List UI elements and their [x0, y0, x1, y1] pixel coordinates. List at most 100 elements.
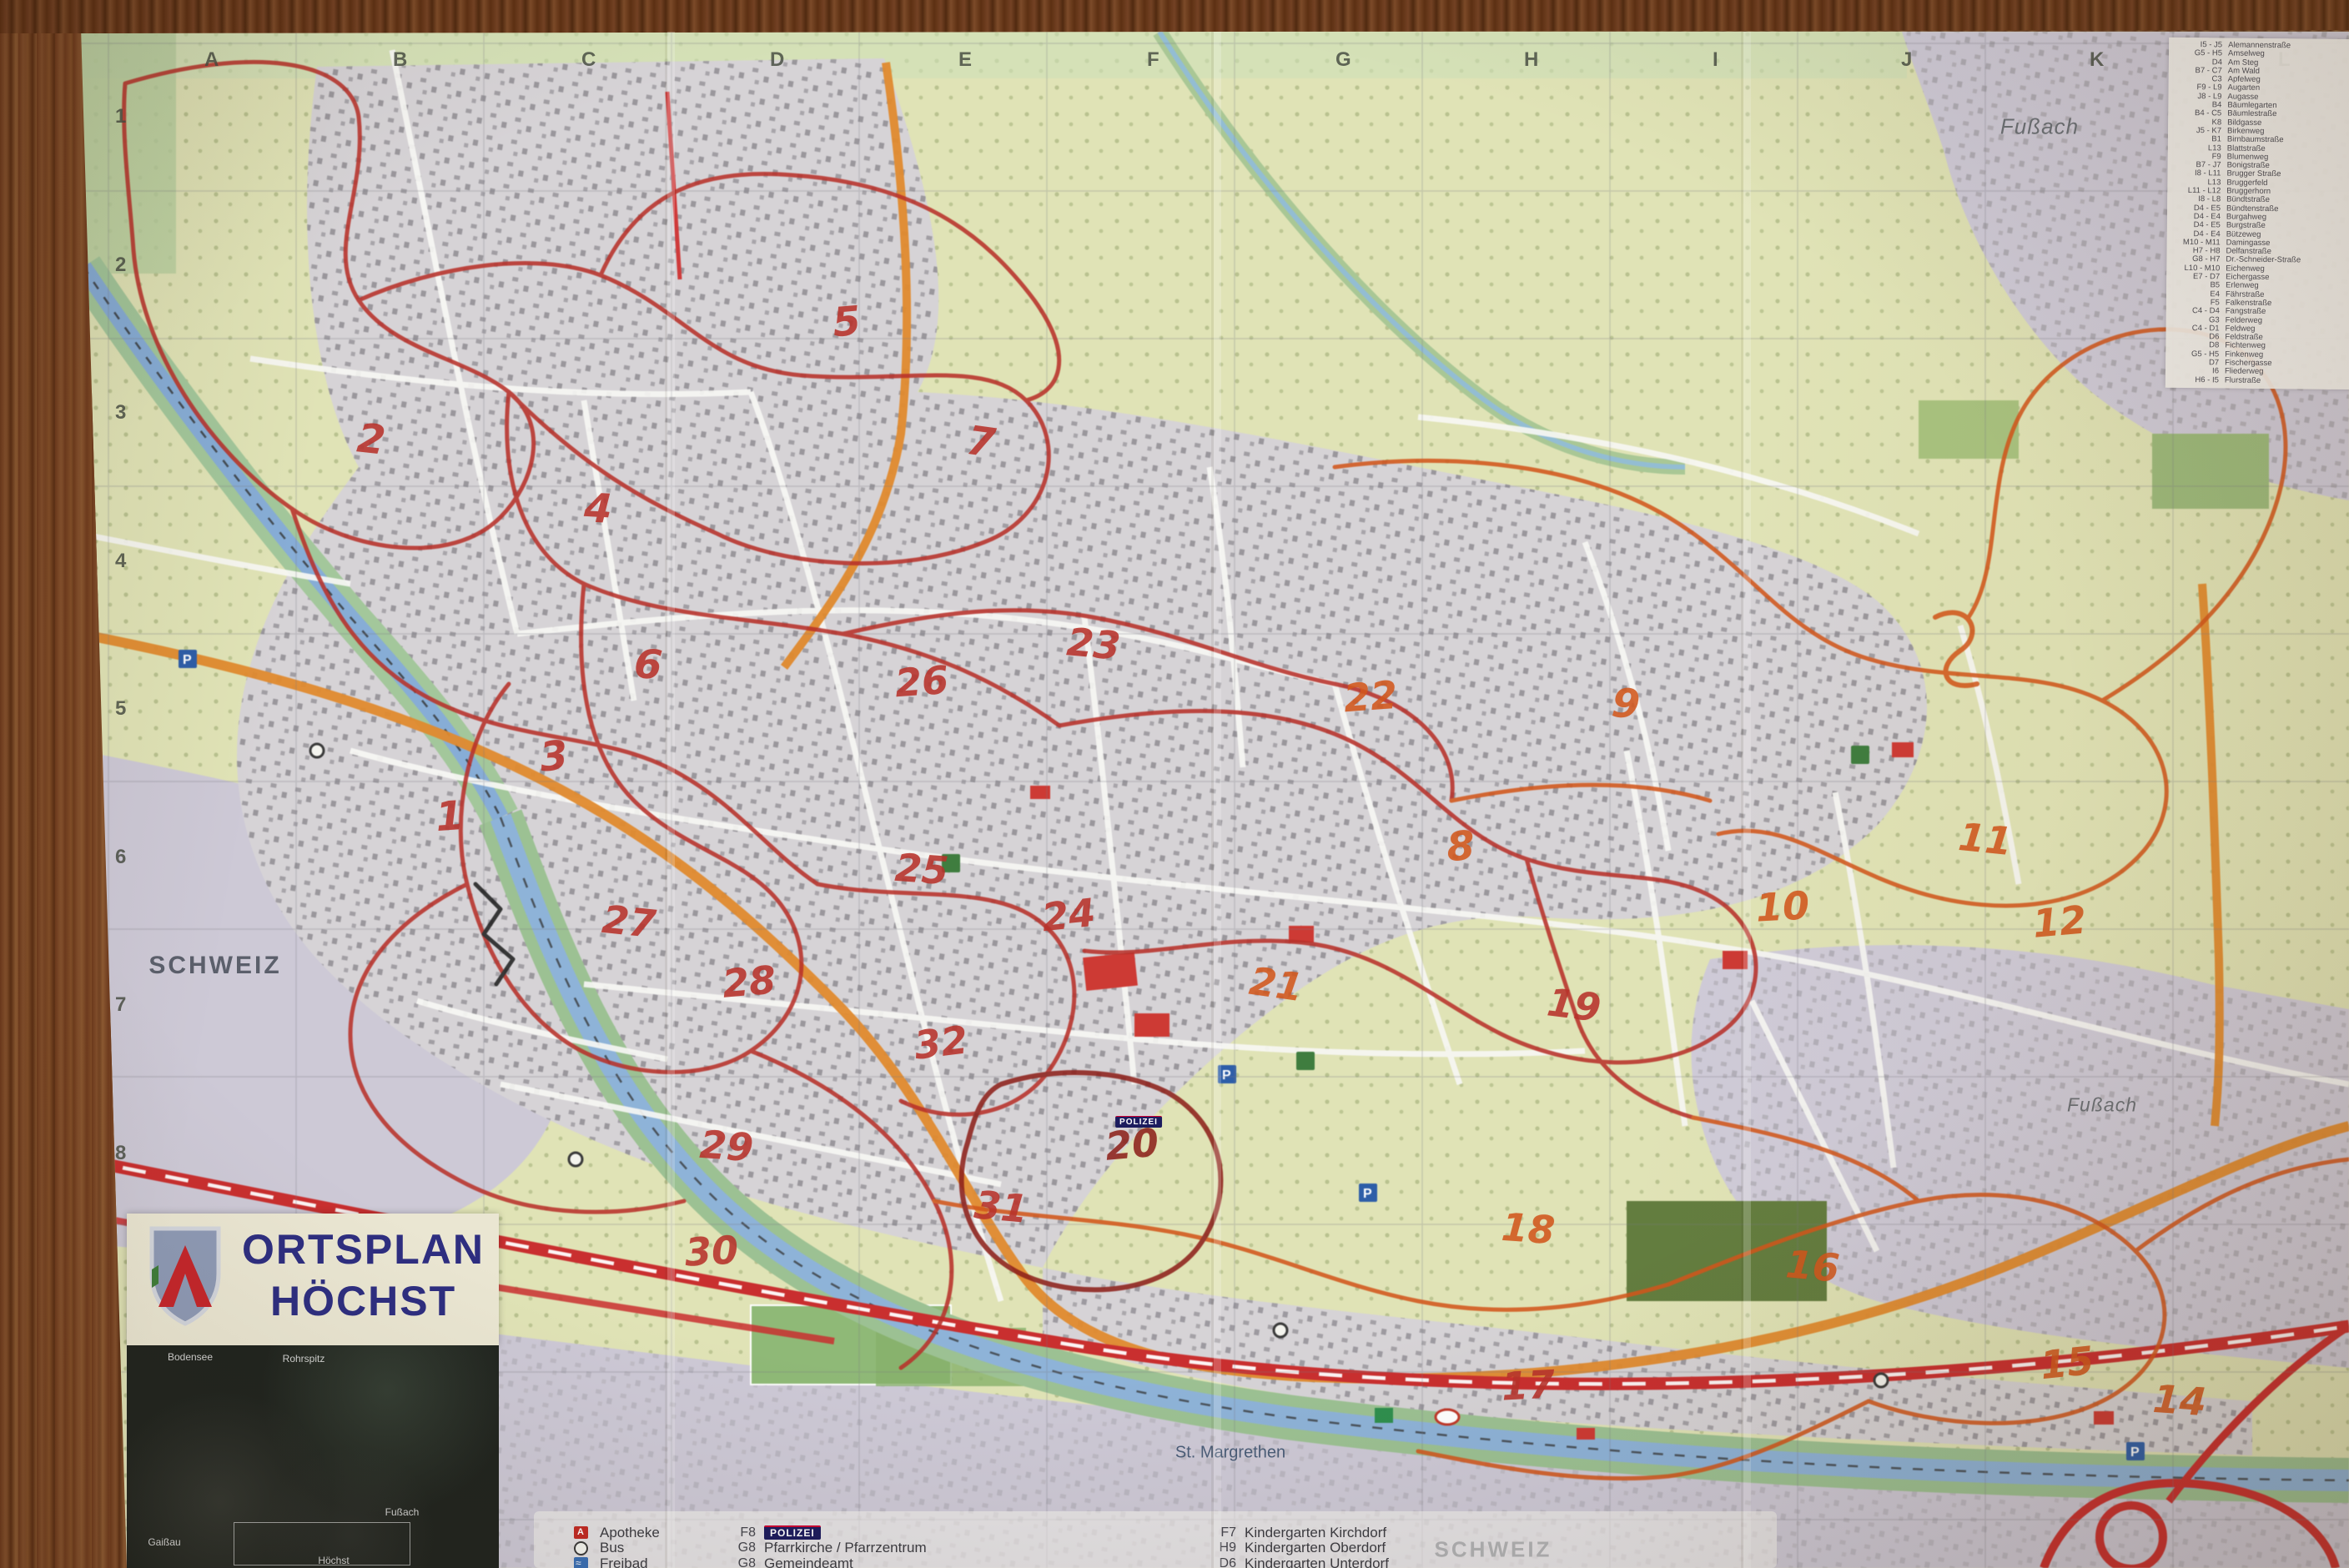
legend-item: D6 Kindergarten Unterdorf: [1208, 1555, 1389, 1568]
grid-letter-J: J: [1901, 48, 1912, 72]
legend-item: Bus: [574, 1540, 624, 1556]
autobahn-sign: [1375, 1408, 1393, 1423]
grid-row-2: 2: [115, 254, 126, 277]
aerial-photo-inset: BodenseeRohrspitzFußachGaißauHöchst: [127, 1345, 499, 1568]
district-number-20: 20: [1104, 1119, 1160, 1168]
legend-item: F8 POLIZEI: [727, 1525, 821, 1540]
district-number-12: 12: [2031, 897, 2088, 946]
district-number-29: 29: [698, 1122, 755, 1170]
hoechst-coat-of-arms: [145, 1224, 225, 1329]
route-13-sign: [1436, 1410, 1459, 1425]
grid-letter-A: A: [204, 48, 219, 72]
district-number-31: 31: [973, 1182, 1029, 1231]
district-number-11: 11: [1956, 814, 2014, 864]
district-number-27: 27: [600, 897, 657, 947]
grid-letter-I: I: [1713, 48, 1718, 72]
inset-label-höchst: Höchst: [318, 1555, 349, 1566]
bus-icon: [574, 1541, 588, 1555]
svg-text:P: P: [183, 653, 192, 667]
legend-grid-ref: F7: [1208, 1525, 1236, 1540]
svg-text:P: P: [1363, 1187, 1372, 1201]
street-index-row: H6 - I5Flurstraße: [2165, 375, 2349, 386]
label-schweiz-west: SCHWEIZ: [148, 952, 281, 980]
svg-text:P: P: [1222, 1068, 1231, 1083]
legend-item: G8 Pfarrkirche / Pfarrzentrum: [727, 1540, 927, 1556]
label-fussach-east: Fußach: [2067, 1094, 2137, 1117]
label-fussach-north: Fußach: [2000, 114, 2079, 140]
district-number-6: 6: [632, 641, 664, 690]
street-index-panel: I5 - J5AlemannenstraßeG5 - H5AmselwegD4A…: [2165, 38, 2349, 389]
district-number-3: 3: [537, 731, 570, 781]
district-number-10: 10: [1755, 882, 1811, 930]
grid-letter-C: C: [581, 48, 596, 72]
grid-row-7: 7: [115, 993, 126, 1017]
grid-row-6: 6: [115, 846, 126, 869]
district-number-5: 5: [831, 298, 863, 347]
legend-grid-ref: H9: [1208, 1540, 1236, 1555]
polizei-badge: POLIZEI: [764, 1525, 821, 1540]
map-title-line1: ORTSPLAN: [242, 1224, 485, 1275]
district-number-32: 32: [912, 1017, 970, 1068]
legend-label: Kindergarten Oberdorf: [1245, 1540, 1386, 1556]
district-number-2: 2: [355, 415, 387, 464]
district-number-19: 19: [1545, 979, 1603, 1030]
district-number-14: 14: [2151, 1376, 2208, 1425]
inset-label-fußach: Fußach: [385, 1506, 420, 1518]
legend-grid-ref: F8: [727, 1525, 756, 1540]
district-number-28: 28: [721, 957, 777, 1006]
legend-label: Apotheke: [600, 1525, 660, 1541]
legend-label: Kindergarten Unterdorf: [1245, 1555, 1389, 1568]
district-number-25: 25: [893, 845, 950, 893]
district-number-4: 4: [583, 485, 613, 533]
district-number-30: 30: [684, 1227, 740, 1274]
grid-row-1: 1: [115, 105, 126, 128]
legend-grid-ref: D6: [1208, 1556, 1236, 1568]
legend-grid-ref: G8: [727, 1540, 756, 1555]
inset-label-rohrspitz: Rohrspitz: [283, 1353, 325, 1364]
district-number-1: 1: [434, 792, 465, 841]
svg-text:P: P: [2130, 1445, 2140, 1460]
legend-label: Kindergarten Kirchdorf: [1245, 1525, 1386, 1541]
street-index-grid-ref: H6 - I5: [2165, 375, 2225, 384]
district-number-9: 9: [1610, 680, 1642, 729]
legend-item: G8 Gemeindeamt: [727, 1555, 853, 1568]
legend-grid-ref: G8: [727, 1556, 756, 1568]
grid-row-4: 4: [115, 550, 126, 573]
grid-row-8: 8: [115, 1142, 126, 1165]
legend-label: Pfarrkirche / Pfarrzentrum: [764, 1540, 927, 1556]
district-number-8: 8: [1445, 822, 1476, 871]
grid-letter-G: G: [1335, 48, 1351, 72]
legend-label: Freibad: [600, 1555, 648, 1568]
grid-letter-K: K: [2090, 48, 2104, 72]
legend-label: Gemeindeamt: [764, 1555, 853, 1568]
street-index-grid-ref: C4 - D4: [2166, 307, 2226, 316]
photo-of-town-map: P P P P: [0, 0, 2349, 1568]
grid-row-3: 3: [115, 401, 126, 425]
legend-label: Bus: [600, 1540, 624, 1556]
legend-item: Apotheke: [574, 1525, 660, 1540]
title-panel: ORTSPLAN HÖCHST: [127, 1214, 499, 1345]
grid-letter-B: B: [393, 48, 407, 72]
label-st-margrethen: St. Margrethen: [1175, 1444, 1285, 1463]
street-index-name: Flurstraße: [2225, 376, 2349, 386]
grid-row-5: 5: [115, 697, 126, 721]
district-number-22: 22: [1342, 672, 1399, 721]
district-number-23: 23: [1065, 619, 1122, 668]
district-number-15: 15: [2038, 1338, 2095, 1388]
district-number-18: 18: [1500, 1204, 1557, 1253]
legend-item: H9 Kindergarten Oberdorf: [1208, 1540, 1386, 1556]
pharmacy-icon: [574, 1526, 588, 1539]
grid-letter-F: F: [1147, 48, 1159, 72]
inset-label-gaißau: Gaißau: [148, 1536, 180, 1548]
district-number-17: 17: [1501, 1361, 1557, 1409]
district-number-26: 26: [893, 657, 950, 706]
grid-letter-E: E: [958, 48, 972, 72]
map-title-line2: HÖCHST: [270, 1275, 485, 1327]
legend-item: Freibad: [574, 1555, 648, 1568]
grid-letter-D: D: [770, 48, 784, 72]
district-number-16: 16: [1784, 1241, 1841, 1290]
legend-strip: [534, 1511, 1777, 1568]
map-title: ORTSPLAN HÖCHST: [242, 1224, 485, 1327]
district-number-24: 24: [1039, 890, 1097, 940]
pool-icon: [574, 1557, 588, 1568]
